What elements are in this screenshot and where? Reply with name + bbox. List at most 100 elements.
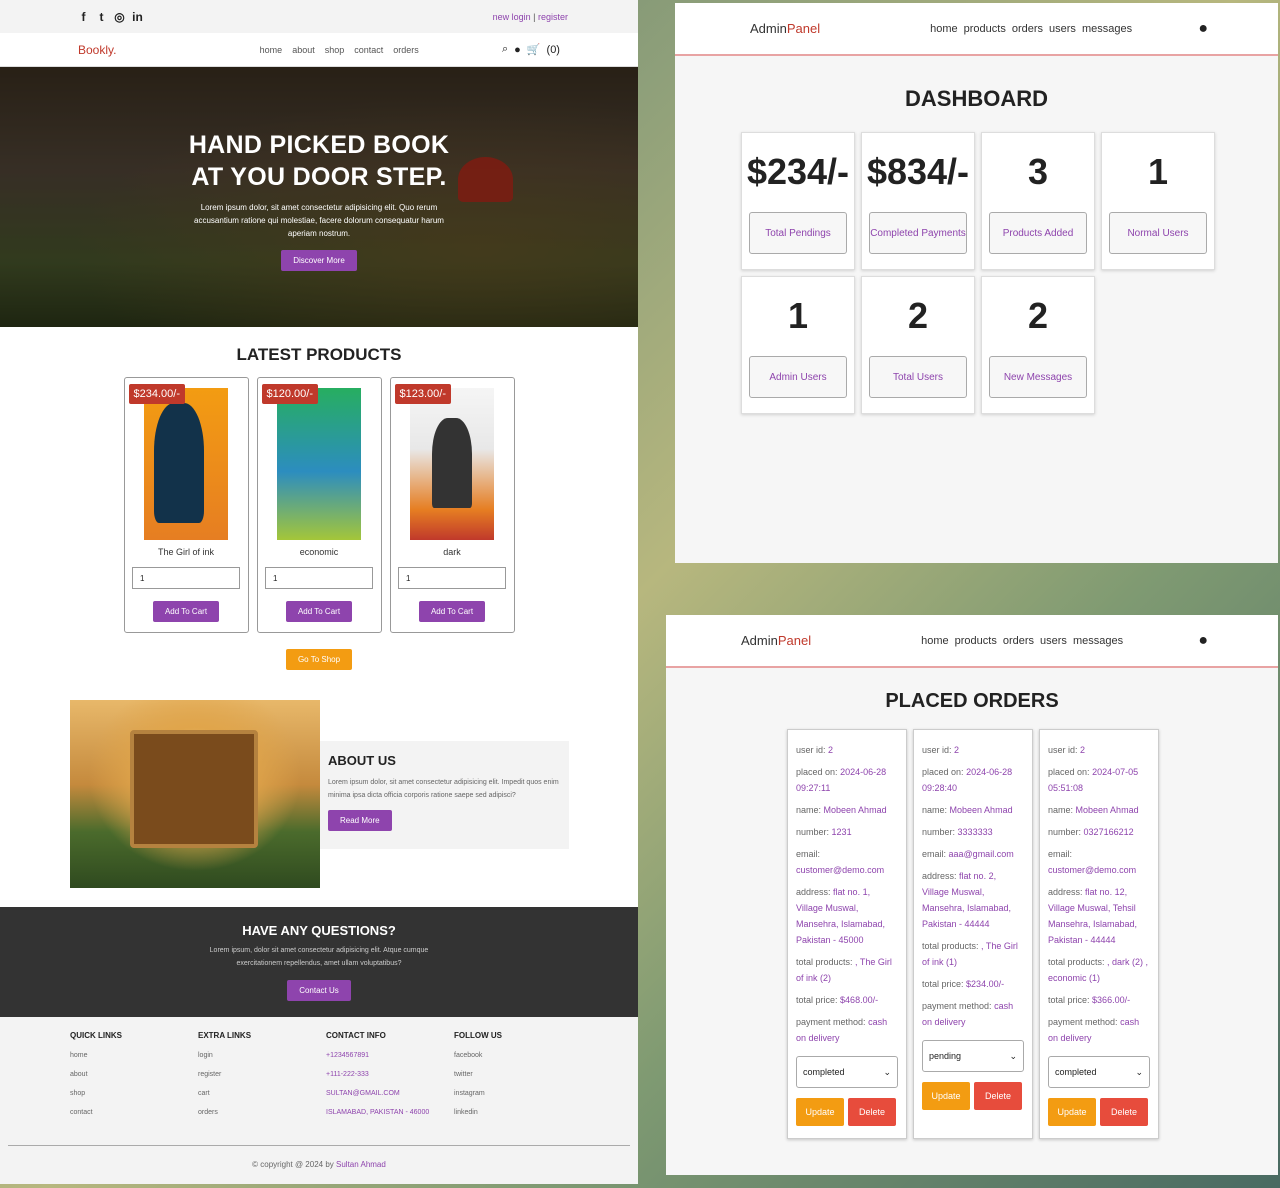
twitter-icon[interactable]: t	[96, 10, 107, 24]
admin-nav-home[interactable]: home	[921, 635, 949, 647]
stat-label-button[interactable]: Total Pendings	[749, 212, 847, 254]
add-to-cart-button[interactable]: Add To Cart	[418, 601, 486, 622]
update-button[interactable]: Update	[1048, 1098, 1096, 1126]
book-cover-image[interactable]	[410, 388, 494, 540]
linkedin-icon[interactable]: in	[132, 10, 143, 24]
admin-nav-orders[interactable]: orders	[1012, 23, 1043, 35]
status-select[interactable]: completed ⌄	[1048, 1056, 1150, 1088]
instagram-icon[interactable]: ◎	[114, 10, 125, 24]
product-card: $234.00/- The Girl of ink 1 Add To Cart	[123, 377, 249, 633]
footer-link-about[interactable]: about	[70, 1071, 198, 1078]
number-value: 3333333	[957, 827, 993, 837]
hero-title-line2: AT YOU DOOR STEP.	[191, 163, 447, 191]
status-select[interactable]: pending ⌄	[922, 1040, 1024, 1072]
admin-nav-messages[interactable]: messages	[1082, 23, 1132, 35]
stat-label-button[interactable]: Products Added	[989, 212, 1087, 254]
delete-button[interactable]: Delete	[1100, 1098, 1148, 1126]
contact-us-button[interactable]: Contact Us	[287, 980, 351, 1001]
update-button[interactable]: Update	[922, 1082, 970, 1110]
admin-nav-home[interactable]: home	[930, 23, 958, 35]
footer-quick-links: QUICK LINKS home about shop contact	[70, 1031, 198, 1128]
delete-button[interactable]: Delete	[848, 1098, 896, 1126]
status-value: pending	[929, 1051, 962, 1061]
read-more-button[interactable]: Read More	[328, 810, 392, 831]
delete-button[interactable]: Delete	[974, 1082, 1022, 1110]
stat-value: $234/-	[746, 151, 850, 192]
facebook-icon[interactable]: f	[78, 10, 89, 24]
hero-text: Lorem ipsum dolor, sit amet consectetur …	[194, 203, 444, 238]
footer-link-instagram[interactable]: instagram	[454, 1090, 582, 1097]
chevron-down-icon: ⌄	[1009, 1051, 1017, 1061]
nav-orders[interactable]: orders	[393, 45, 419, 55]
footer-link-home[interactable]: home	[70, 1052, 198, 1059]
footer-link-register[interactable]: register	[198, 1071, 326, 1078]
go-to-shop-button[interactable]: Go To Shop	[285, 649, 353, 670]
user-icon[interactable]: ●	[1198, 20, 1208, 38]
user-icon[interactable]: ●	[1198, 632, 1208, 650]
name-value: Mobeen Ahmad	[949, 805, 1013, 815]
status-select[interactable]: completed ⌄	[796, 1056, 898, 1088]
number-value: 1231	[831, 827, 852, 837]
admin-logo[interactable]: AdminPanel	[741, 633, 811, 648]
stat-value: 3	[1027, 151, 1049, 192]
footer-phone-2[interactable]: +111-222-333	[326, 1071, 454, 1078]
admin-nav-users[interactable]: users	[1040, 635, 1067, 647]
stat-label-button[interactable]: Normal Users	[1109, 212, 1207, 254]
field-label: user id:	[922, 745, 952, 755]
field-label: total price:	[796, 995, 838, 1005]
price-badge: $234.00/-	[128, 384, 185, 404]
quantity-input[interactable]: 1	[398, 567, 506, 589]
footer-follow-us: FOLLOW US facebook twitter instagram lin…	[454, 1031, 582, 1128]
field-label: payment method:	[922, 1001, 992, 1011]
order-card: user id: 2 placed on: 2024-06-28 09:28:4…	[913, 729, 1033, 1139]
footer-link-linkedin[interactable]: linkedin	[454, 1109, 582, 1116]
cart-count[interactable]: (0)	[547, 44, 560, 56]
user-icon[interactable]: ●	[514, 44, 521, 56]
nav-shop[interactable]: shop	[325, 45, 345, 55]
admin-logo[interactable]: AdminPanel	[750, 21, 820, 36]
nav-home[interactable]: home	[260, 45, 283, 55]
register-link[interactable]: register	[538, 12, 568, 22]
chevron-down-icon: ⌄	[1135, 1067, 1143, 1077]
update-button[interactable]: Update	[796, 1098, 844, 1126]
nav-links: home about shop contact orders	[260, 45, 419, 55]
add-to-cart-button[interactable]: Add To Cart	[152, 601, 220, 622]
footer-email[interactable]: SULTAN@GMAIL.COM	[326, 1090, 454, 1097]
book-cover-image[interactable]	[277, 388, 361, 540]
admin-logo-b: Panel	[786, 21, 821, 36]
footer-link-twitter[interactable]: twitter	[454, 1071, 582, 1078]
footer-link-facebook[interactable]: facebook	[454, 1052, 582, 1059]
footer-phone-1[interactable]: +1234567891	[326, 1052, 454, 1059]
about-title: ABOUT US	[328, 753, 396, 768]
footer-link-contact[interactable]: contact	[70, 1109, 198, 1116]
nav-contact[interactable]: contact	[354, 45, 383, 55]
cart-icon[interactable]: 🛒	[527, 43, 541, 56]
user-id-value: 2	[1080, 745, 1086, 755]
search-icon[interactable]: ⌕	[502, 43, 508, 56]
stat-label-button[interactable]: Total Users	[869, 356, 967, 398]
discover-more-button[interactable]: Discover More	[281, 250, 357, 271]
footer-link-cart[interactable]: cart	[198, 1090, 326, 1097]
quantity-input[interactable]: 1	[132, 567, 240, 589]
logo[interactable]: Bookly.	[78, 43, 116, 57]
quantity-input[interactable]: 1	[265, 567, 373, 589]
stat-label-button[interactable]: Completed Payments	[869, 212, 967, 254]
admin-nav-products[interactable]: products	[964, 23, 1006, 35]
footer-link-login[interactable]: login	[198, 1052, 326, 1059]
admin-nav-messages[interactable]: messages	[1073, 635, 1123, 647]
questions-section: HAVE ANY QUESTIONS? Lorem ipsum, dolor s…	[0, 907, 638, 1017]
admin-nav-users[interactable]: users	[1049, 23, 1076, 35]
field-label: email:	[1048, 849, 1073, 859]
stat-label-button[interactable]: Admin Users	[749, 356, 847, 398]
footer-link-orders[interactable]: orders	[198, 1109, 326, 1116]
book-cover-image[interactable]	[144, 388, 228, 540]
new-login-link[interactable]: new login	[493, 12, 531, 22]
footer-link-shop[interactable]: shop	[70, 1090, 198, 1097]
admin-nav-orders[interactable]: orders	[1003, 635, 1034, 647]
add-to-cart-button[interactable]: Add To Cart	[285, 601, 353, 622]
user-id-value: 2	[954, 745, 960, 755]
stat-label-button[interactable]: New Messages	[989, 356, 1087, 398]
nav-about[interactable]: about	[292, 45, 315, 55]
admin-nav-products[interactable]: products	[955, 635, 997, 647]
copyright-author[interactable]: Sultan Ahmad	[336, 1160, 386, 1169]
